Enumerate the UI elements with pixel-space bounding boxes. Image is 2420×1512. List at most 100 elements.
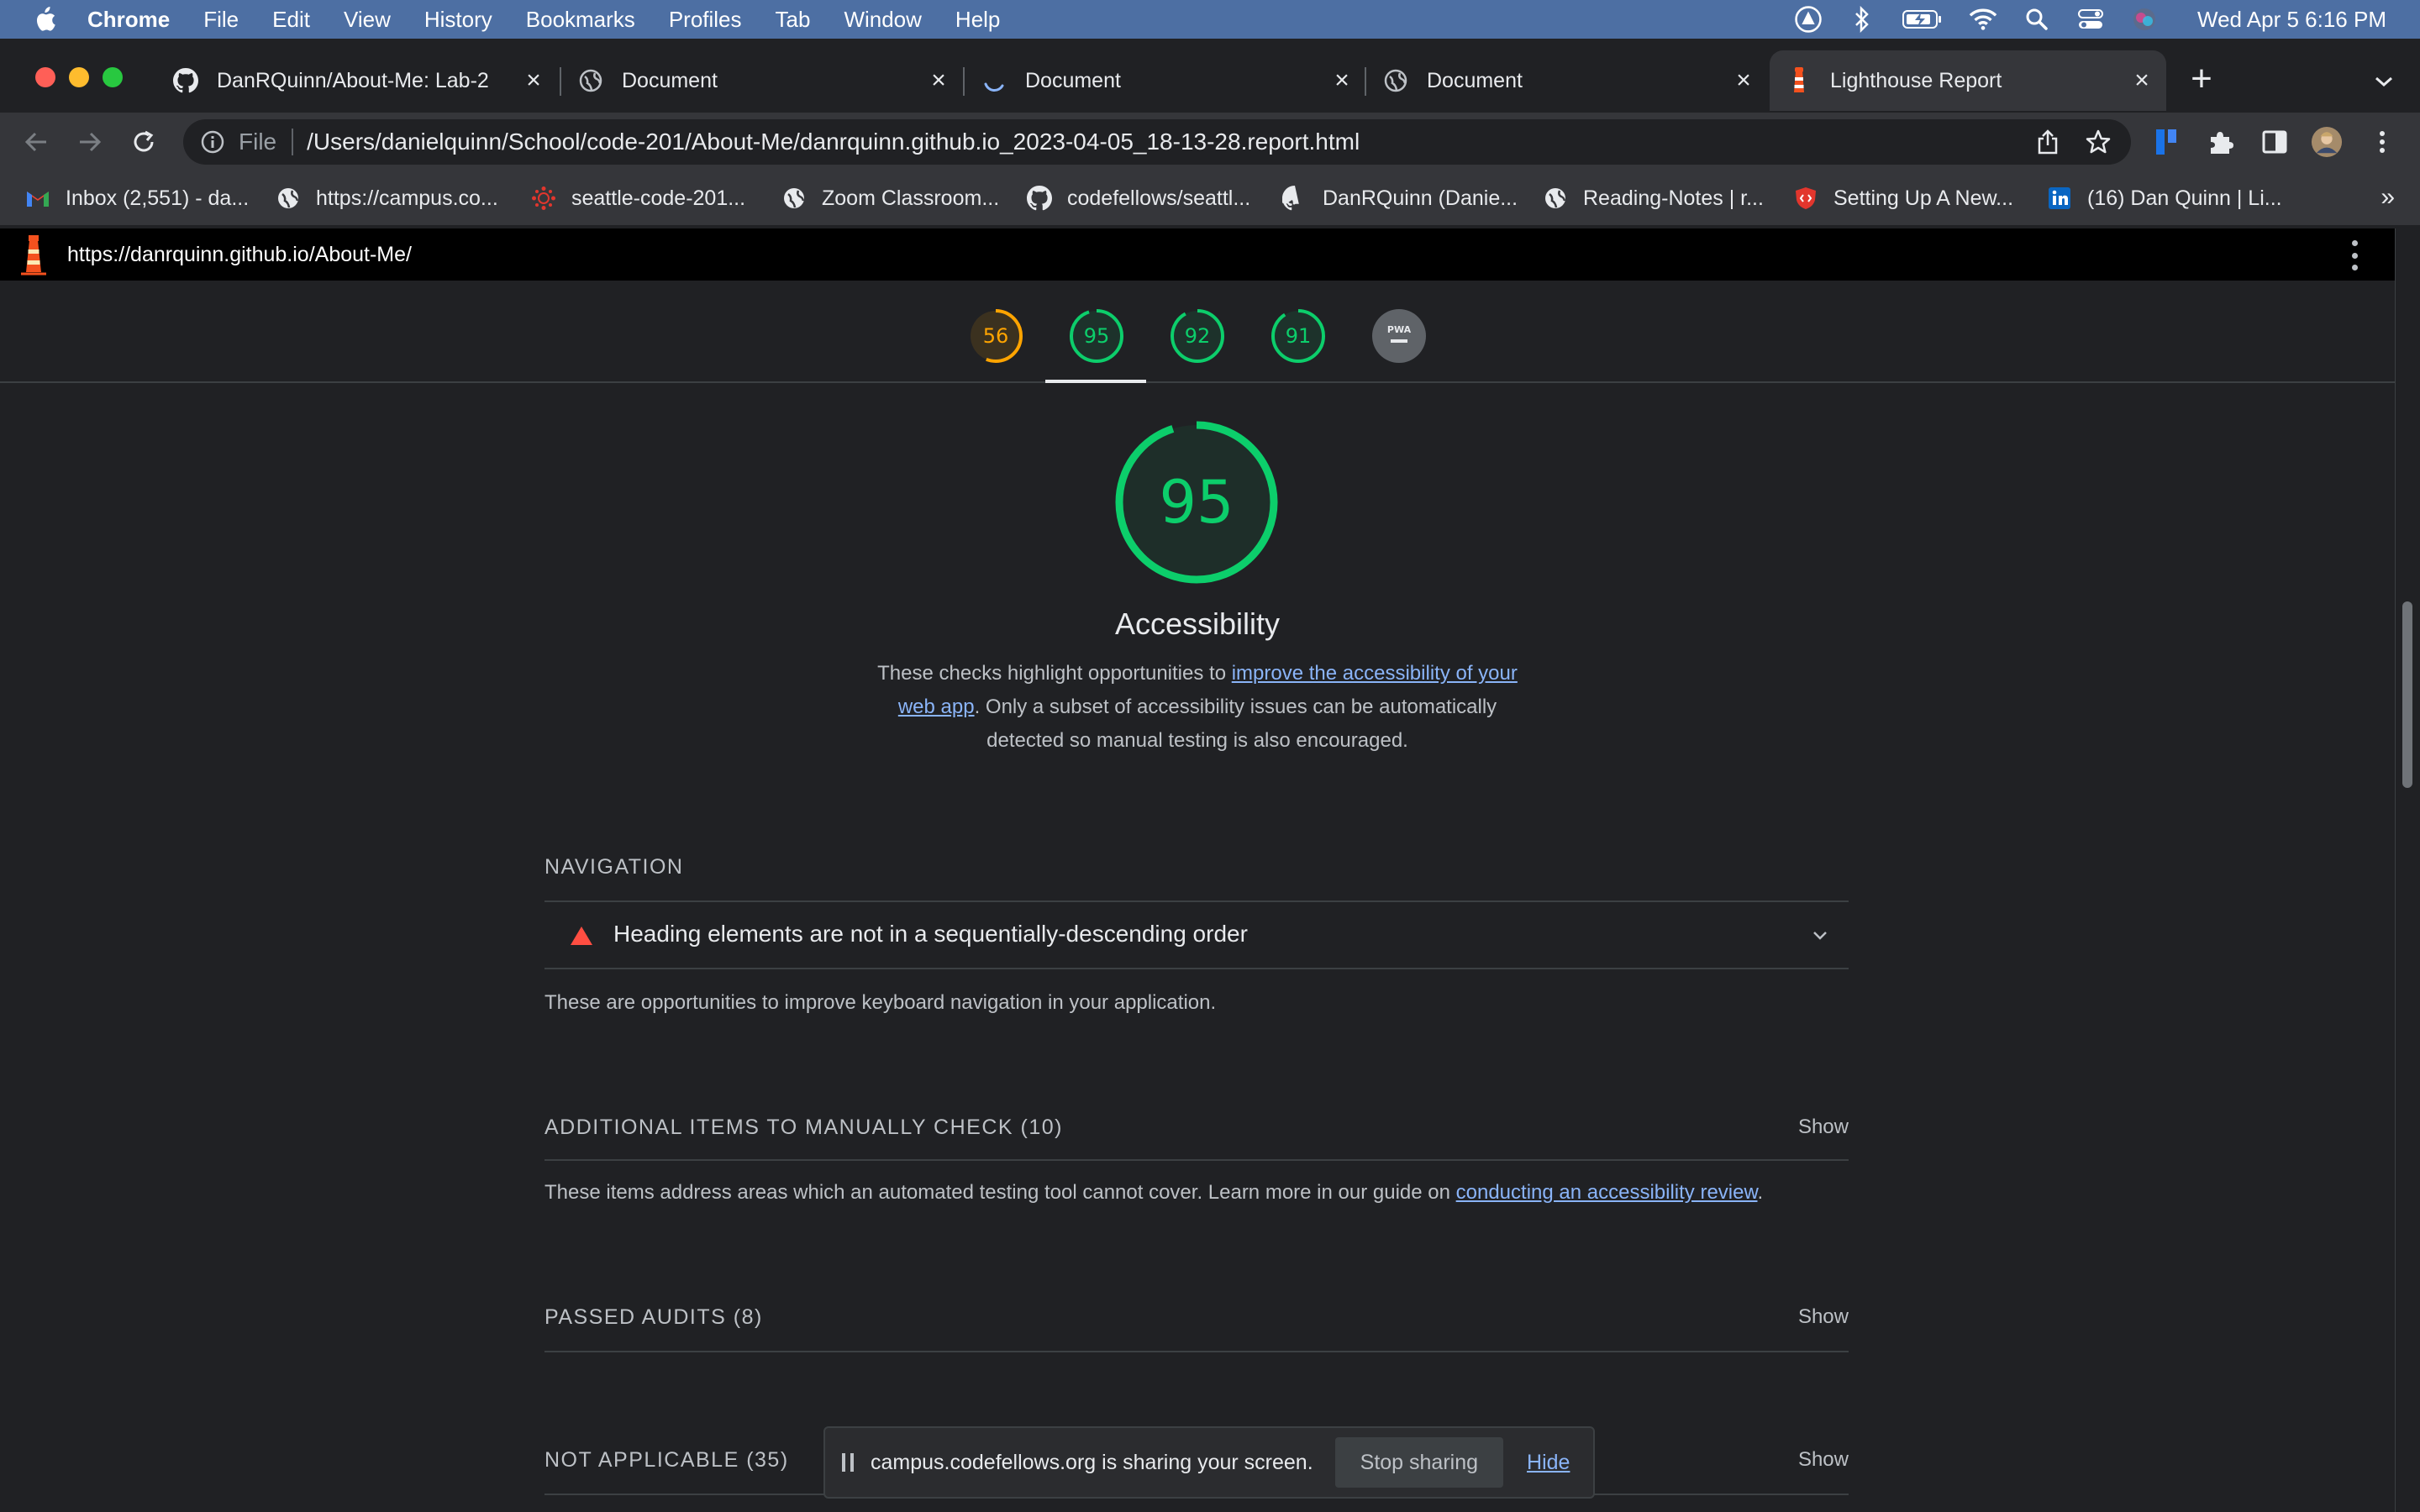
bookmark-zoom-classroom[interactable]: Zoom Classroom... — [781, 183, 999, 213]
window-zoom-button[interactable] — [103, 67, 123, 87]
control-center-icon[interactable] — [2076, 5, 2105, 34]
reload-button[interactable] — [128, 126, 160, 158]
hide-share-bar-link[interactable]: Hide — [1527, 1451, 1570, 1475]
bookmarks-overflow-chevron-icon[interactable]: » — [2381, 183, 2395, 212]
menu-tab[interactable]: Tab — [776, 7, 811, 33]
menu-chrome[interactable]: Chrome — [87, 7, 170, 33]
passed-audits-group-title: PASSED AUDITS (8) — [544, 1305, 763, 1329]
seo-score: 91 — [1285, 324, 1312, 348]
tab-github-about-me[interactable]: DanRQuinn/About-Me: Lab-2 × — [156, 50, 558, 111]
performance-score: 56 — [982, 324, 1009, 348]
shield-code-icon — [1793, 186, 1818, 211]
tab-document-2[interactable]: Document × — [965, 50, 1366, 111]
extension-icon[interactable] — [2151, 126, 2183, 158]
canvas-icon — [531, 186, 556, 211]
window-minimize-button[interactable] — [69, 67, 89, 87]
bookmark-setting-up[interactable]: Setting Up A New... — [1793, 183, 2013, 213]
bookmark-inbox[interactable]: Inbox (2,551) - da... — [25, 183, 249, 213]
bookmark-campus[interactable]: https://campus.co... — [276, 183, 498, 213]
tab-title: Document — [1427, 68, 1523, 92]
bookmark-label: Inbox (2,551) - da... — [66, 186, 250, 210]
tab-title: Document — [622, 68, 718, 92]
github-icon — [1027, 186, 1052, 211]
manual-check-note: These items address areas which an autom… — [544, 1181, 1763, 1205]
menu-file[interactable]: File — [203, 7, 239, 33]
section-divider — [544, 1159, 1849, 1161]
info-icon[interactable] — [200, 129, 225, 155]
chevron-down-icon[interactable] — [1808, 924, 1832, 948]
url-text[interactable]: /Users/danielquinn/School/code-201/About… — [307, 129, 1360, 155]
bookmark-linkedin[interactable]: (16) Dan Quinn | Li... — [2047, 183, 2282, 213]
scrollbar-track[interactable] — [2395, 228, 2420, 1512]
vpn-icon[interactable] — [1794, 5, 1823, 34]
window-close-button[interactable] — [35, 67, 55, 87]
passed-audits-show-button[interactable]: Show — [1765, 1305, 1849, 1329]
bookmark-reading-notes[interactable]: Reading-Notes | r... — [1543, 183, 1764, 213]
share-icon[interactable] — [2035, 129, 2060, 155]
tab-document-3[interactable]: Document × — [1366, 50, 1768, 111]
bookmark-label: https://campus.co... — [316, 186, 498, 210]
tab-close-icon[interactable]: × — [1329, 66, 1355, 94]
pwa-badge[interactable]: PWA — [1370, 307, 1428, 365]
tab-close-icon[interactable]: × — [1731, 66, 1756, 94]
audit-heading-order[interactable]: Heading elements are not in a sequential… — [544, 900, 1849, 969]
stop-sharing-button[interactable]: Stop sharing — [1334, 1437, 1504, 1488]
manual-check-show-button[interactable]: Show — [1765, 1116, 1849, 1139]
tab-lighthouse-report[interactable]: Lighthouse Report × — [1770, 50, 2166, 111]
menu-edit[interactable]: Edit — [272, 7, 310, 33]
category-description: These checks highlight opportunities to … — [861, 657, 1534, 758]
best-practices-score-gauge[interactable]: 92 — [1169, 307, 1226, 365]
bookmark-danrquinn[interactable]: DanRQuinn (Danie... — [1282, 183, 1518, 213]
report-url[interactable]: https://danrquinn.github.io/About-Me/ — [67, 243, 412, 267]
bookmark-label: Zoom Classroom... — [822, 186, 1000, 210]
chrome-menu-icon[interactable] — [2366, 126, 2398, 158]
not-applicable-show-button[interactable]: Show — [1765, 1448, 1849, 1472]
tab-search-chevron-icon[interactable] — [2370, 67, 2398, 96]
accessibility-review-link[interactable]: conducting an accessibility review — [1456, 1181, 1758, 1204]
back-button[interactable] — [20, 126, 52, 158]
accessibility-score: 95 — [1083, 324, 1110, 348]
best-practices-score: 92 — [1184, 324, 1211, 348]
new-tab-button[interactable]: + — [2185, 60, 2218, 97]
tab-close-icon[interactable]: × — [926, 66, 951, 94]
drag-handle-icon[interactable] — [842, 1453, 854, 1472]
bookmark-seattle-code[interactable]: seattle-code-201... — [531, 183, 745, 213]
not-applicable-group-title: NOT APPLICABLE (35) — [544, 1448, 789, 1472]
siri-icon[interactable] — [2130, 5, 2159, 34]
menu-bookmarks[interactable]: Bookmarks — [526, 7, 635, 33]
screen-share-message: campus.codefellows.org is sharing your s… — [871, 1450, 1313, 1474]
seo-score-gauge[interactable]: 91 — [1270, 307, 1327, 365]
tab-close-icon[interactable]: × — [2129, 66, 2154, 94]
globe-icon — [781, 186, 807, 211]
apple-icon[interactable] — [32, 5, 57, 34]
tab-document-1[interactable]: Document × — [561, 50, 963, 111]
extensions-puzzle-icon[interactable] — [2205, 126, 2237, 158]
wifi-icon[interactable] — [1969, 5, 1997, 34]
profile-avatar[interactable] — [2311, 126, 2343, 158]
bookmark-star-icon[interactable] — [2084, 128, 2112, 156]
address-bar[interactable]: File /Users/danielquinn/School/code-201/… — [183, 119, 2131, 165]
category-title: Accessibility — [1114, 606, 1281, 641]
performance-score-gauge[interactable]: 56 — [967, 307, 1024, 365]
menu-help[interactable]: Help — [955, 7, 1000, 33]
report-menu-icon[interactable] — [2346, 240, 2363, 270]
accessibility-score-gauge[interactable]: 95 — [1068, 307, 1125, 365]
gmail-icon — [25, 186, 50, 211]
tab-title: DanRQuinn/About-Me: Lab-2 — [217, 68, 489, 92]
menu-view[interactable]: View — [344, 7, 391, 33]
manual-check-group-title: ADDITIONAL ITEMS TO MANUALLY CHECK (10) — [544, 1116, 1063, 1139]
menubar-clock[interactable]: Wed Apr 5 6:16 PM — [2197, 7, 2386, 33]
menu-window[interactable]: Window — [844, 7, 921, 33]
tab-close-icon[interactable]: × — [521, 66, 546, 94]
spotlight-search-icon[interactable] — [2023, 5, 2051, 34]
scrollbar-thumb[interactable] — [2402, 601, 2412, 788]
globe-icon — [1383, 68, 1408, 93]
bookmark-label: Reading-Notes | r... — [1583, 186, 1764, 210]
bookmark-codefellows[interactable]: codefellows/seattl... — [1027, 183, 1250, 213]
forward-button[interactable] — [74, 126, 106, 158]
bluetooth-icon[interactable] — [1848, 5, 1876, 34]
menu-profiles[interactable]: Profiles — [669, 7, 742, 33]
battery-icon[interactable] — [1902, 5, 1944, 34]
side-panel-icon[interactable] — [2259, 126, 2291, 158]
menu-history[interactable]: History — [424, 7, 492, 33]
